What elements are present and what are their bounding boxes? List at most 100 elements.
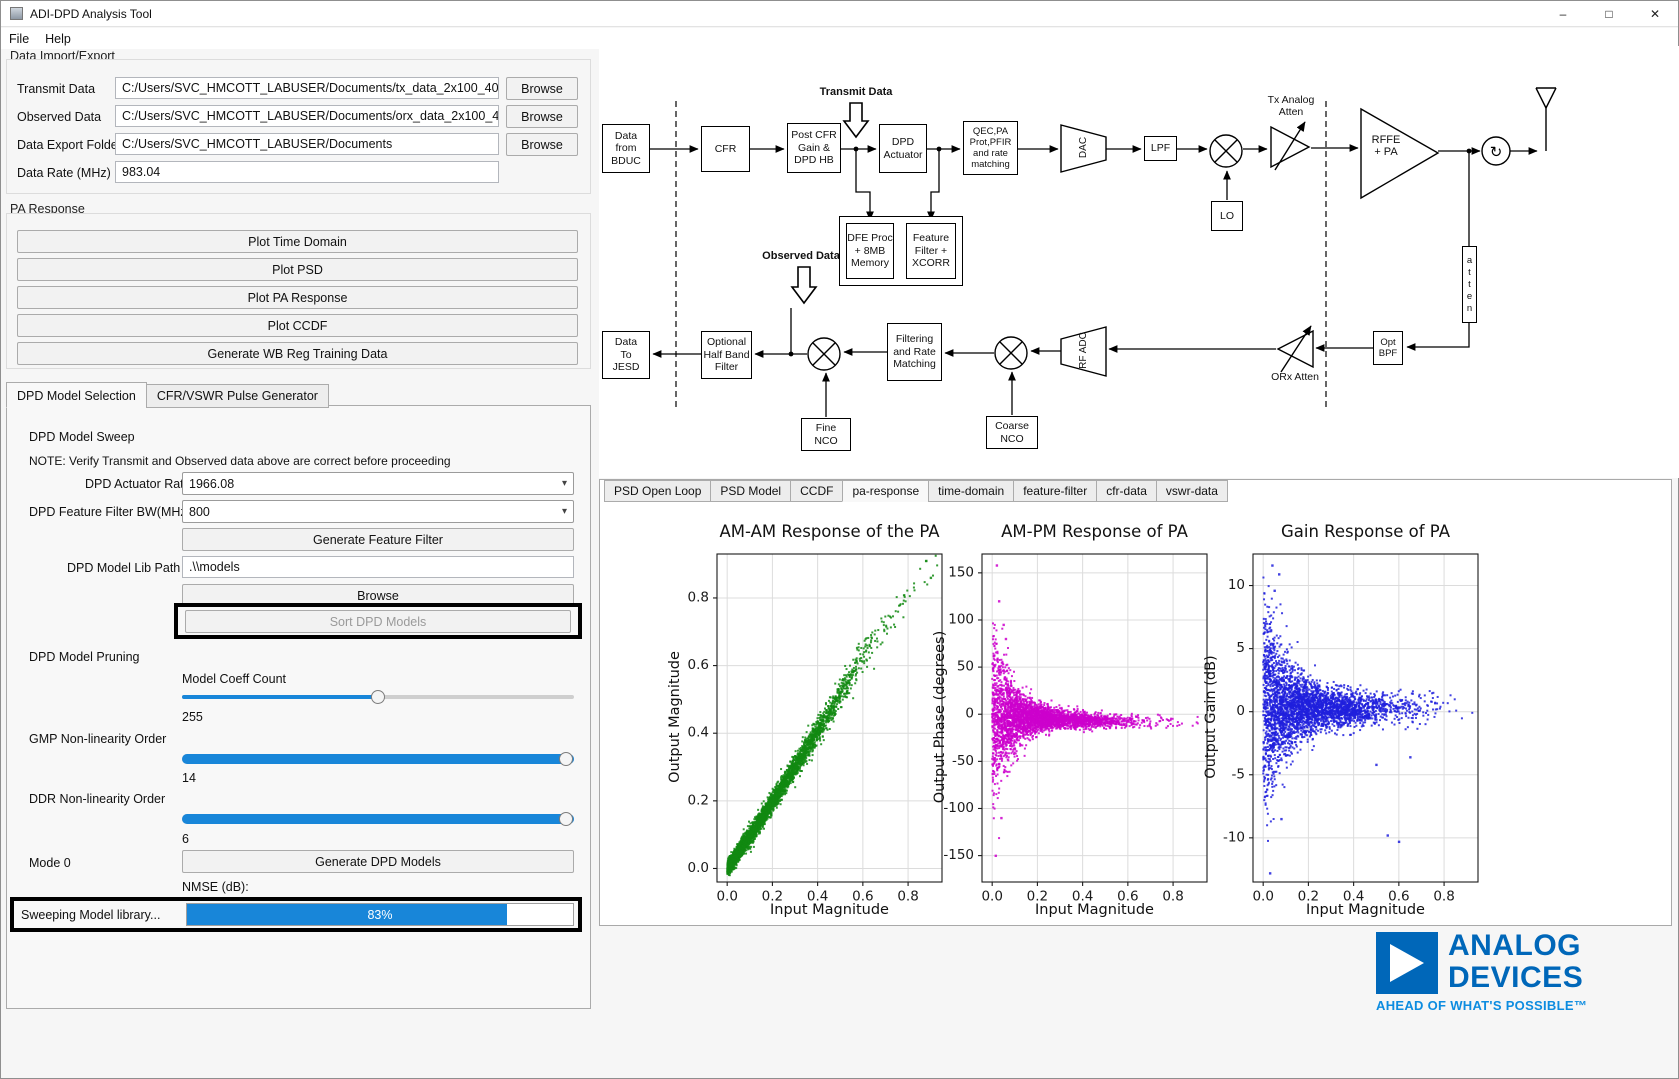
plot-ylabel: Output Magnitude: [667, 553, 683, 881]
slider-handle[interactable]: [559, 812, 573, 826]
tab-cfr-data[interactable]: cfr-data: [1096, 480, 1157, 502]
block-half-band: Optional Half Band Filter: [701, 331, 752, 379]
feature-bw-label: DPD Feature Filter BW(MHz): [29, 505, 191, 519]
transmit-data-input[interactable]: C:/Users/SVC_HMCOTT_LABUSER/Documents/tx…: [115, 77, 499, 99]
slider-handle[interactable]: [371, 690, 385, 704]
block-diagram-connectors: ↻: [599, 46, 1679, 478]
menu-file[interactable]: File: [1, 30, 37, 48]
logo-line1: ANALOG: [1448, 930, 1583, 962]
data-rate-label: Data Rate (MHz): [17, 166, 111, 180]
rffe-pa-label: RFFE + PA: [1363, 134, 1409, 158]
plot-xlabel: Input Magnitude: [982, 902, 1207, 918]
slider-fill: [182, 814, 574, 824]
ddr-order-label: DDR Non-linearity Order: [29, 792, 165, 806]
gain-scatter-canvas: [1196, 506, 1536, 926]
gmp-order-slider[interactable]: [182, 750, 574, 768]
system-block-diagram: ↻ Transmit Data Observed Data Data from …: [599, 46, 1679, 478]
export-browse-button[interactable]: Browse: [506, 133, 578, 156]
observed-browse-button[interactable]: Browse: [506, 105, 578, 128]
antenna-icon: [1536, 88, 1556, 151]
tab-time-domain[interactable]: time-domain: [928, 480, 1014, 502]
observed-data-input[interactable]: C:/Users/SVC_HMCOTT_LABUSER/Documents/or…: [115, 105, 499, 127]
block-lpf: LPF: [1144, 136, 1177, 161]
left-tab-bar: DPD Model Selection CFR/VSWR Pulse Gener…: [6, 382, 328, 407]
window-controls: – □ ✕: [1540, 1, 1678, 27]
plot-ylabel: Output Gain (dB): [1203, 553, 1219, 881]
feature-bw-combo[interactable]: 800 ▾: [182, 500, 574, 523]
tab-vswr-data[interactable]: vswr-data: [1156, 480, 1228, 502]
logo-line2: DEVICES: [1448, 962, 1583, 994]
sweep-status-label: Sweeping Model library...: [21, 908, 160, 922]
tab-pa-response[interactable]: pa-response: [842, 480, 929, 502]
coeff-count-slider[interactable]: [182, 688, 574, 706]
mode-label: Mode 0: [29, 856, 71, 870]
generate-feature-filter-button[interactable]: Generate Feature Filter: [182, 528, 574, 551]
sort-models-highlight: Sort DPD Models: [174, 603, 582, 639]
transmit-browse-button[interactable]: Browse: [506, 77, 578, 100]
menu-help[interactable]: Help: [37, 30, 79, 48]
generate-wb-reg-button[interactable]: Generate WB Reg Training Data: [17, 342, 578, 365]
slider-fill: [182, 695, 378, 699]
ddr-order-slider[interactable]: [182, 810, 574, 828]
plot-ccdf-button[interactable]: Plot CCDF: [17, 314, 578, 337]
block-feature-filter: Feature Filter + XCORR: [906, 223, 956, 279]
plot-title: AM-AM Response of the PA: [687, 522, 972, 541]
plot-xlabel: Input Magnitude: [1253, 902, 1478, 918]
block-coarse-nco: Coarse NCO: [986, 416, 1038, 449]
lib-path-input[interactable]: .\\models: [182, 556, 574, 578]
tab-psd-open-loop[interactable]: PSD Open Loop: [604, 480, 711, 502]
tab-cfr-vswr[interactable]: CFR/VSWR Pulse Generator: [146, 384, 329, 408]
tx-atten-label: Tx Analog Atten: [1251, 94, 1331, 118]
actuator-rate-combo[interactable]: 1966.08 ▾: [182, 472, 574, 495]
slider-handle[interactable]: [559, 752, 573, 766]
plot-title: AM-PM Response of PA: [952, 522, 1237, 541]
title-bar: ADI-DPD Analysis Tool – □ ✕: [1, 1, 1678, 27]
model-sweep-title: DPD Model Sweep: [29, 430, 135, 444]
export-folder-input[interactable]: C:/Users/SVC_HMCOTT_LABUSER/Documents: [115, 133, 499, 155]
tab-psd-model[interactable]: PSD Model: [710, 480, 791, 502]
nmse-label: NMSE (dB):: [182, 880, 249, 894]
window-title: ADI-DPD Analysis Tool: [30, 7, 152, 21]
orx-atten-icon: [1278, 326, 1313, 372]
observed-data-label: Observed Data: [17, 110, 101, 124]
tab-feature-filter[interactable]: feature-filter: [1013, 480, 1097, 502]
coeff-count-label: Model Coeff Count: [182, 672, 286, 686]
block-filtering: Filtering and Rate Matching: [887, 323, 942, 381]
close-icon[interactable]: ✕: [1632, 1, 1678, 27]
generate-dpd-models-button[interactable]: Generate DPD Models: [182, 850, 574, 873]
orx-atten-label: ORx Atten: [1255, 371, 1335, 383]
slider-fill: [182, 754, 574, 764]
tab-ccdf[interactable]: CCDF: [790, 480, 843, 502]
transmit-data-label: Transmit Data: [17, 82, 95, 96]
sort-dpd-models-button[interactable]: Sort DPD Models: [185, 610, 571, 633]
block-opt-bpf: Opt BPF: [1373, 331, 1403, 365]
plot-psd-button[interactable]: Plot PSD: [17, 258, 578, 281]
dac-label: DAC: [1078, 125, 1089, 170]
block-fine-nco: Fine NCO: [801, 418, 851, 451]
tab-dpd-model-selection[interactable]: DPD Model Selection: [6, 382, 147, 408]
atten-label: atten: [1464, 255, 1475, 315]
tx-chain-arrows: [650, 148, 1537, 347]
plot-title: Gain Response of PA: [1223, 522, 1508, 541]
maximize-icon[interactable]: □: [1586, 1, 1632, 27]
minimize-icon[interactable]: –: [1540, 1, 1586, 27]
logo-tagline: AHEAD OF WHAT'S POSSIBLE™: [1376, 998, 1587, 1013]
transmit-data-label: Transmit Data: [806, 86, 906, 98]
plots-panel: PSD Open Loop PSD Model CCDF pa-response…: [599, 479, 1672, 926]
export-folder-label: Data Export Folder: [17, 138, 122, 152]
observed-data-arrow-icon: [792, 267, 816, 303]
plot-pa-response-button[interactable]: Plot PA Response: [17, 286, 578, 309]
gmp-order-label: GMP Non-linearity Order: [29, 732, 166, 746]
svg-text:↻: ↻: [1490, 143, 1503, 161]
plot-time-domain-button[interactable]: Plot Time Domain: [17, 230, 578, 253]
feature-bw-value: 800: [189, 505, 210, 519]
data-rate-input[interactable]: 983.04: [115, 161, 499, 183]
circulator-icon: ↻: [1482, 137, 1510, 165]
app-icon: [10, 7, 23, 20]
block-cfr: CFR: [701, 126, 750, 172]
lib-path-label: DPD Model Lib Path: [67, 561, 180, 575]
block-dpd-actuator: DPD Actuator: [879, 124, 927, 173]
actuator-rate-label: DPD Actuator Rate: [85, 477, 191, 491]
logo-text: ANALOG DEVICES: [1448, 930, 1583, 994]
plot-xlabel: Input Magnitude: [717, 902, 942, 918]
